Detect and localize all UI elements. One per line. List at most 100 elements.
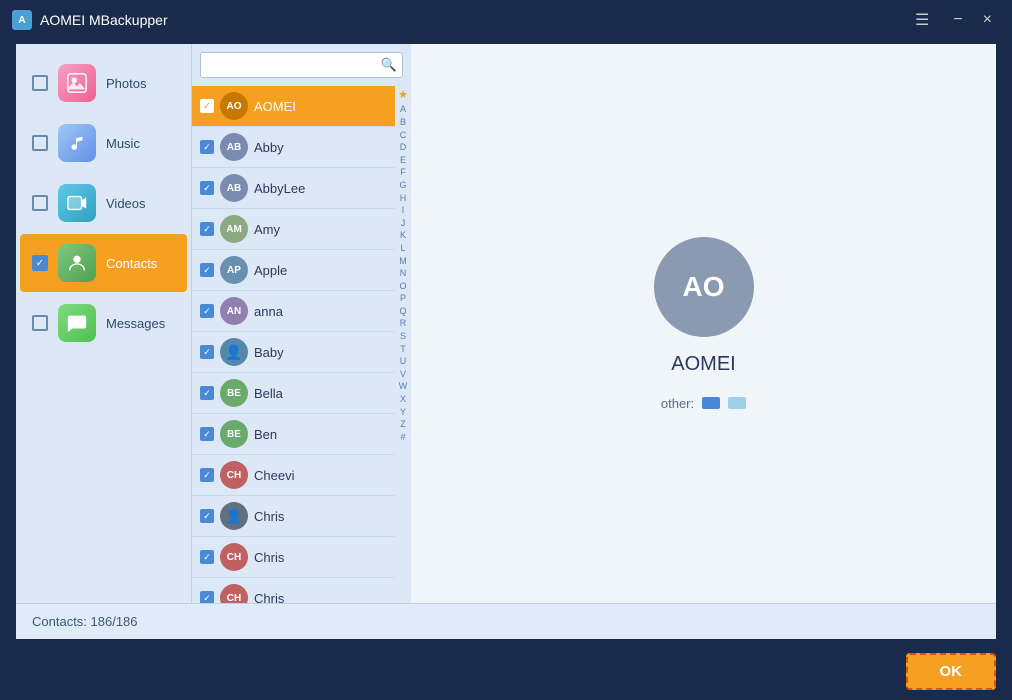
contact-item[interactable]: ✓CHCheevi	[192, 455, 395, 496]
sidebar-item-messages[interactable]: Messages	[20, 294, 187, 352]
search-box: 🔍	[200, 52, 403, 78]
alpha-letter[interactable]: B	[400, 116, 406, 129]
check-icon: ✓	[200, 263, 214, 277]
alpha-index[interactable]: ★ABCDEFGHIJKLMNOPQRSTUVWXYZ#	[395, 86, 411, 603]
alpha-letter[interactable]: M	[399, 255, 407, 268]
alpha-letter[interactable]: V	[400, 368, 406, 381]
ok-btn-area: OK	[0, 643, 1012, 700]
color-dot-2	[728, 397, 746, 409]
contact-checkbox[interactable]: ✓	[200, 140, 214, 154]
sidebar-item-music[interactable]: Music	[20, 114, 187, 172]
contact-list-wrap: AOAOMEI✓ABAbby✓ABAbbyLee✓AMAmy✓APApple✓A…	[192, 86, 411, 603]
photos-icon	[58, 64, 96, 102]
contact-checkbox[interactable]: ✓	[200, 509, 214, 523]
alpha-letter[interactable]: F	[400, 166, 406, 179]
ok-button[interactable]: OK	[906, 653, 997, 690]
contact-checkbox[interactable]: ✓	[200, 222, 214, 236]
contact-checkbox[interactable]: ✓	[200, 550, 214, 564]
contacts-count: Contacts: 186/186	[32, 614, 138, 629]
contact-item[interactable]: ✓ AP Apple	[192, 250, 395, 291]
bottom-bar: Contacts: 186/186	[16, 603, 996, 639]
contact-item[interactable]: ✓CHChris	[192, 578, 395, 603]
contact-item[interactable]: ✓ANanna	[192, 291, 395, 332]
alpha-letter[interactable]: P	[400, 292, 406, 305]
contact-checkbox[interactable]	[200, 99, 214, 113]
contact-checkbox[interactable]: ✓	[200, 591, 214, 603]
videos-checkbox[interactable]	[32, 195, 48, 211]
alpha-letter[interactable]: L	[400, 242, 405, 255]
close-button[interactable]: ×	[975, 7, 1000, 33]
contact-item[interactable]: ✓ABAbby	[192, 127, 395, 168]
alpha-letter[interactable]: G	[399, 179, 406, 192]
contact-name: Chris	[254, 509, 284, 524]
contacts-icon	[58, 244, 96, 282]
contact-list: AOAOMEI✓ABAbby✓ABAbbyLee✓AMAmy✓APApple✓A…	[192, 86, 395, 603]
color-dot-1	[702, 397, 720, 409]
alpha-letter[interactable]: I	[402, 204, 405, 217]
contact-item[interactable]: ✓CHChris	[192, 537, 395, 578]
sidebar-item-photos[interactable]: Photos	[20, 54, 187, 112]
alpha-letter[interactable]: Y	[400, 406, 406, 419]
alpha-letter[interactable]: Z	[400, 418, 406, 431]
contact-item[interactable]: ✓BEBen	[192, 414, 395, 455]
alpha-letter[interactable]: X	[400, 393, 406, 406]
alpha-letter[interactable]: O	[399, 280, 406, 293]
alpha-letter[interactable]: S	[400, 330, 406, 343]
contact-avatar: CH	[220, 584, 248, 603]
music-checkbox[interactable]	[32, 135, 48, 151]
minimize-button[interactable]: −	[945, 7, 970, 33]
alpha-letter[interactable]: H	[400, 192, 407, 205]
messages-checkbox[interactable]	[32, 315, 48, 331]
alpha-letter[interactable]: K	[400, 229, 406, 242]
alpha-letter[interactable]: U	[400, 355, 407, 368]
contact-name: Apple	[254, 263, 287, 278]
contact-item[interactable]: ✓AMAmy	[192, 209, 395, 250]
contact-checkbox[interactable]: ✓	[200, 427, 214, 441]
photos-checkbox[interactable]	[32, 75, 48, 91]
contact-name: AbbyLee	[254, 181, 305, 196]
alpha-letter[interactable]: J	[401, 217, 406, 230]
contact-checkbox[interactable]: ✓	[200, 386, 214, 400]
check-icon	[200, 99, 214, 113]
contact-checkbox[interactable]: ✓	[200, 345, 214, 359]
contact-item[interactable]: ✓BEBella	[192, 373, 395, 414]
alpha-letter[interactable]: A	[400, 103, 406, 116]
contact-name: AOMEI	[254, 99, 296, 114]
content-area: Photos Music	[16, 44, 996, 603]
menu-icon[interactable]: ☰	[915, 10, 929, 30]
contact-item[interactable]: AOAOMEI	[192, 86, 395, 127]
check-icon: ✓	[200, 345, 214, 359]
check-icon: ✓	[200, 550, 214, 564]
sidebar-item-contacts[interactable]: ✓ Contacts	[20, 234, 187, 292]
contact-checkbox[interactable]: ✓	[200, 263, 214, 277]
contact-checkbox[interactable]: ✓	[200, 468, 214, 482]
alpha-letter[interactable]: D	[400, 141, 407, 154]
alpha-letter[interactable]: W	[399, 380, 408, 393]
sidebar-item-videos[interactable]: Videos	[20, 174, 187, 232]
alpha-letter[interactable]: C	[400, 129, 407, 142]
contact-item[interactable]: ✓👤Chris	[192, 496, 395, 537]
alpha-letter[interactable]: Q	[399, 305, 406, 318]
contact-avatar: BE	[220, 420, 248, 448]
search-input[interactable]	[200, 52, 403, 78]
window-controls: − ×	[945, 7, 1000, 33]
contact-item[interactable]: ✓👤Baby	[192, 332, 395, 373]
title-bar: A AOMEI MBackupper ☰ − ×	[0, 0, 1012, 40]
contact-avatar: CH	[220, 461, 248, 489]
alpha-letter[interactable]: R	[400, 317, 407, 330]
check-icon: ✓	[200, 140, 214, 154]
contact-checkbox[interactable]: ✓	[200, 304, 214, 318]
app-title: AOMEI MBackupper	[40, 12, 168, 28]
alpha-letter[interactable]: #	[400, 431, 405, 444]
contact-avatar: AP	[220, 256, 248, 284]
alpha-letter[interactable]: T	[400, 343, 406, 356]
alpha-letter[interactable]: ★	[398, 88, 408, 103]
messages-icon	[58, 304, 96, 342]
alpha-letter[interactable]: N	[400, 267, 407, 280]
contacts-label: Contacts	[106, 256, 157, 271]
contact-checkbox[interactable]: ✓	[200, 181, 214, 195]
detail-initials: AO	[683, 271, 725, 303]
alpha-letter[interactable]: E	[400, 154, 406, 167]
contacts-checkbox[interactable]: ✓	[32, 255, 48, 271]
contact-item[interactable]: ✓ABAbbyLee	[192, 168, 395, 209]
